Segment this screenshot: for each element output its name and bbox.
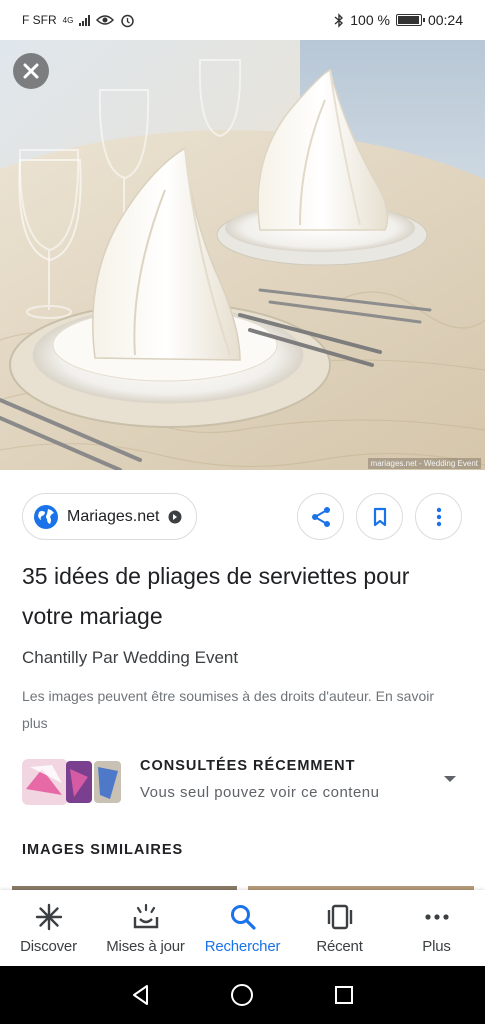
bottom-navigation: Discover Mises à jour Rechercher Récent … — [0, 890, 485, 966]
source-name: Mariages.net — [67, 507, 160, 525]
arrow-circle-icon — [168, 510, 181, 523]
updates-icon — [133, 903, 158, 929]
similar-images-heading: IMAGES SIMILAIRES — [22, 842, 184, 858]
back-icon[interactable] — [129, 983, 153, 1007]
nav-search[interactable]: Rechercher — [194, 890, 291, 966]
app-root: F SFR 4G 100 % 00:24 mariages.net - Wedd… — [0, 0, 485, 1024]
close-icon — [23, 63, 39, 79]
share-icon — [311, 506, 330, 527]
recent-heading: CONSULTÉES RÉCEMMENT — [140, 758, 356, 774]
system-navigation-bar — [0, 966, 485, 1024]
share-button[interactable] — [297, 493, 344, 540]
more-horiz-icon — [424, 914, 449, 920]
result-title[interactable]: 35 idées de pliages de serviettes pour v… — [22, 556, 462, 636]
globe-icon — [34, 504, 58, 529]
bluetooth-icon — [334, 12, 344, 28]
nav-label-discover: Discover — [20, 938, 77, 955]
source-link-button[interactable]: Mariages.net — [22, 493, 197, 540]
bookmark-icon — [373, 507, 386, 526]
asterisk-icon — [35, 903, 62, 931]
status-right: 100 % 00:24 — [334, 12, 463, 28]
carrier-label: F SFR — [22, 13, 57, 27]
battery-icon — [395, 14, 425, 26]
search-icon — [230, 905, 256, 930]
nav-discover[interactable]: Discover — [0, 890, 97, 966]
hero-picture — [0, 40, 485, 470]
alarm-icon — [121, 14, 135, 27]
eye-icon — [96, 15, 115, 25]
nav-label-recent: Récent — [316, 938, 363, 955]
tabs-icon — [327, 904, 352, 930]
recent-description: Vous seul pouvez voir ce contenu — [140, 784, 380, 801]
image-credit: mariages.net - Wedding Event — [367, 458, 481, 469]
nav-label-updates: Mises à jour — [106, 938, 185, 955]
nav-label-more: Plus — [422, 938, 451, 955]
copyright-notice[interactable]: Les images peuvent être soumises à des d… — [22, 683, 462, 737]
clock: 00:24 — [427, 12, 463, 28]
nav-more[interactable]: Plus — [388, 890, 485, 966]
more-options-button[interactable] — [415, 493, 462, 540]
battery-fill — [397, 16, 419, 24]
recent-thumbnails — [22, 759, 121, 805]
close-button[interactable] — [13, 53, 49, 89]
overview-icon[interactable] — [332, 983, 356, 1007]
chevron-down-icon[interactable] — [443, 774, 457, 784]
status-left: F SFR 4G — [22, 13, 135, 28]
nav-updates[interactable]: Mises à jour — [97, 890, 194, 966]
nav-label-search: Rechercher — [204, 938, 281, 955]
nav-recent[interactable]: Récent — [291, 890, 388, 966]
more-vert-icon — [436, 507, 441, 526]
battery-percent: 100 % — [350, 12, 390, 28]
result-subtitle: Chantilly Par Wedding Event — [22, 648, 239, 667]
recently-viewed-panel[interactable]: CONSULTÉES RÉCEMMENT Vous seul pouvez vo… — [22, 757, 463, 809]
network-label: 4G — [62, 15, 74, 25]
signal-icon — [79, 14, 91, 26]
status-bar: F SFR 4G 100 % 00:24 — [0, 0, 485, 40]
home-icon[interactable] — [230, 983, 254, 1007]
hero-image[interactable] — [0, 40, 485, 470]
bookmark-button[interactable] — [356, 493, 403, 540]
